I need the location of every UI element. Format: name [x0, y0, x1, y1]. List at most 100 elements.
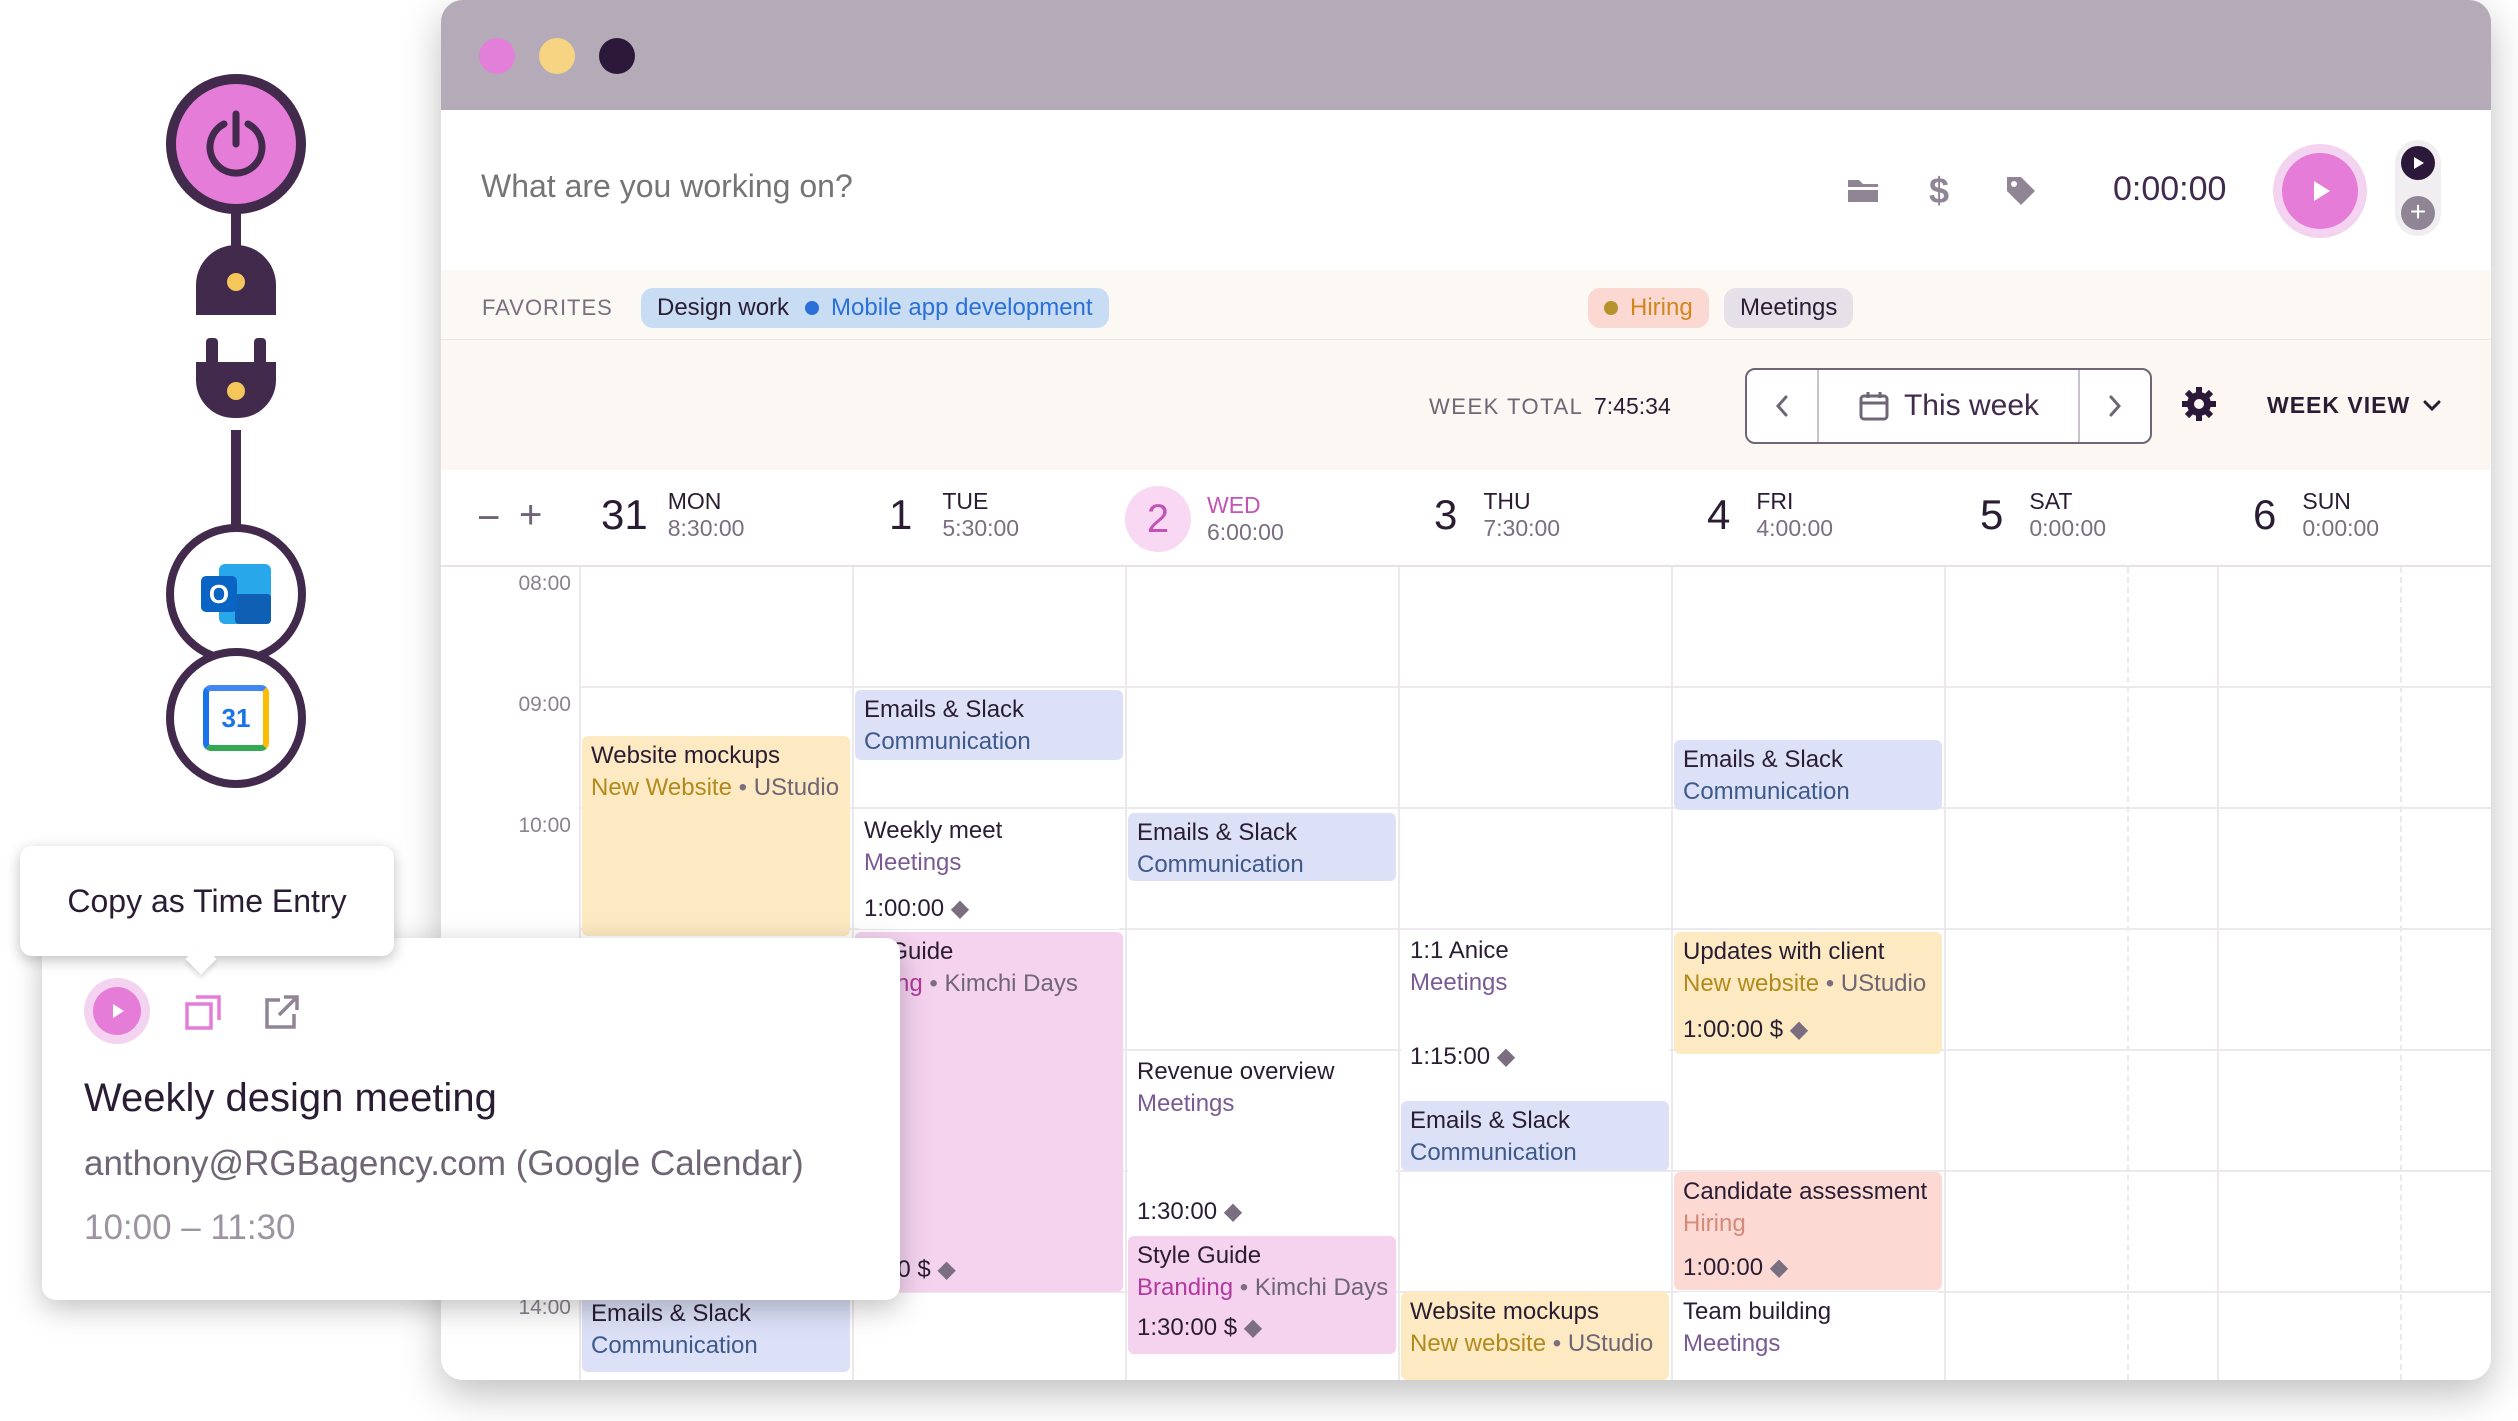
copy-as-time-entry-tooltip: Copy as Time Entry [20, 846, 394, 956]
event-team-building-fri[interactable]: Team building Meetings [1674, 1292, 1942, 1380]
google-calendar-integration[interactable]: 31 [166, 648, 306, 788]
day-name: SAT [2029, 488, 2073, 514]
description-input[interactable] [481, 158, 1381, 214]
favorite-meetings[interactable]: Meetings [1724, 288, 1854, 328]
view-selector[interactable]: WEEK VIEW [2267, 392, 2442, 419]
tag-icon[interactable] [2004, 174, 2038, 213]
date-range-picker: This week [1745, 368, 2152, 444]
day-total: 6:00:00 [1207, 519, 1284, 545]
event-project: Hiring [1683, 1210, 1746, 1237]
event-project: Communication [1137, 851, 1304, 878]
maximize-window-button[interactable] [599, 38, 635, 74]
event-emails-slack-thu[interactable]: Emails & Slack Communication [1401, 1101, 1669, 1171]
event-title: Emails & Slack [1137, 819, 1298, 846]
event-project: Communication [1410, 1139, 1577, 1166]
day-number: 4 [1707, 491, 1731, 538]
event-project: New Website [591, 774, 732, 801]
event-revenue-overview-wed[interactable]: Revenue overview Meetings 1:30:00 ◆ [1128, 1052, 1396, 1234]
dollar-icon[interactable]: $ [1929, 170, 1949, 212]
timer-mode-button[interactable] [2401, 146, 2435, 180]
copy-icon [185, 995, 221, 1030]
day-column-line [1671, 567, 1673, 1380]
event-duration: 1:00:00 [864, 895, 945, 922]
start-timer-button[interactable] [2273, 144, 2367, 238]
event-title: Weekly meet [864, 817, 1003, 844]
favorite-design-work[interactable]: Design work Mobile app development [641, 288, 1109, 328]
popup-account: anthony@RGBagency.com (Google Calendar) [84, 1144, 804, 1183]
day-header-sat[interactable]: 5 SAT 0:00:00 [1980, 488, 2106, 542]
event-updates-with-client-fri[interactable]: Updates with client New website • UStudi… [1674, 932, 1942, 1054]
chevron-right-icon [2109, 395, 2122, 417]
day-name: TUE [942, 488, 989, 514]
event-style-guide-wed[interactable]: Style Guide Branding • Kimchi Days 1:30:… [1128, 1236, 1396, 1354]
minimize-window-button[interactable] [539, 38, 575, 74]
hour-line [579, 686, 2491, 688]
tag-icon: ◆ [1243, 1314, 1263, 1341]
copy-as-time-entry-button[interactable] [184, 992, 224, 1037]
event-emails-slack-fri[interactable]: Emails & Slack Communication [1674, 740, 1942, 810]
event-emails-slack-tue[interactable]: Emails & Slack Communication [855, 690, 1123, 760]
next-week-button[interactable] [2078, 370, 2150, 442]
start-from-event-button[interactable] [84, 978, 150, 1044]
settings-gear-icon[interactable] [2181, 386, 2217, 427]
event-duration: 1:30:00 [1137, 1198, 1218, 1225]
manual-mode-button[interactable]: + [2401, 196, 2435, 230]
day-header-wed[interactable]: 2 WED 6:00:00 [1125, 486, 1284, 552]
popup-time: 10:00 – 11:30 [84, 1208, 296, 1247]
play-icon [2282, 153, 2358, 229]
day-header-fri[interactable]: 4 FRI 4:00:00 [1707, 488, 1833, 542]
google-calendar-icon: 31 [203, 685, 269, 751]
favorite-detail: Mobile app development [831, 294, 1093, 321]
time-label: 10:00 [518, 814, 571, 837]
day-header-sun[interactable]: 6 SUN 0:00:00 [2253, 488, 2379, 542]
day-number: 1 [889, 491, 913, 538]
previous-week-button[interactable] [1747, 370, 1819, 442]
event-weekly-meeting-tue[interactable]: Weekly meet Meetings 1:00:00 ◆ [855, 811, 1123, 929]
mode-switcher: + [2395, 140, 2441, 236]
chevron-left-icon [1775, 395, 1788, 417]
event-candidate-assessment-fri[interactable]: Candidate assessment Hiring 1:00:00 ◆ [1674, 1172, 1942, 1290]
day-header-mon[interactable]: 31 MON 8:30:00 [601, 488, 744, 542]
event-duration: 1:15:00 [1410, 1043, 1491, 1070]
external-link-icon [265, 995, 299, 1029]
power-button[interactable] [166, 74, 306, 214]
tag-icon: ◆ [1496, 1043, 1516, 1070]
favorite-hiring[interactable]: Hiring [1588, 288, 1709, 328]
event-emails-slack-wed[interactable]: Emails & Slack Communication [1128, 813, 1396, 881]
event-client: Kimchi Days [1254, 1274, 1389, 1301]
day-column-line [1398, 567, 1400, 1380]
event-emails-slack-mon[interactable]: Emails & Slack Communication [582, 1294, 850, 1372]
day-total: 0:00:00 [2302, 515, 2380, 541]
event-project: Meetings [1683, 1330, 1781, 1357]
event-website-mockups-mon[interactable]: Website mockups New Website • UStudio [582, 736, 850, 936]
outlook-icon: O [201, 564, 271, 624]
day-total: 7:30:00 [1483, 515, 1561, 541]
project-color-dot [805, 301, 820, 315]
day-column-line [1944, 567, 1946, 1380]
calendar-icon [1859, 392, 1889, 421]
day-total: 4:00:00 [1756, 515, 1834, 541]
this-week-button[interactable]: This week [1819, 370, 2078, 442]
event-one-on-one-thu[interactable]: 1:1 Anice Meetings 1:15:00 ◆ [1401, 931, 1669, 1081]
calendar-day-number: 31 [221, 702, 251, 733]
zoom-in-button[interactable]: + [519, 493, 542, 538]
event-project: Branding [1137, 1274, 1234, 1301]
day-number: 5 [1980, 491, 2004, 538]
socket-icon [196, 245, 276, 315]
event-title: Revenue overview [1137, 1058, 1335, 1085]
day-name: WED [1207, 492, 1261, 518]
favorites-label: FAVORITES [482, 295, 613, 320]
day-header-thu[interactable]: 3 THU 7:30:00 [1434, 488, 1560, 542]
chevron-down-icon [2423, 400, 2441, 411]
close-window-button[interactable] [479, 38, 515, 74]
event-website-mockups-thu[interactable]: Website mockups New website • UStudio [1401, 1292, 1669, 1380]
popup-event-title: Weekly design meeting [84, 1076, 497, 1120]
zoom-out-button[interactable]: − [477, 496, 500, 541]
favorite-project: Meetings [1740, 294, 1838, 321]
event-duration: 1:00:00 [1683, 1016, 1764, 1043]
day-header-tue[interactable]: 1 TUE 5:30:00 [889, 488, 1019, 542]
folder-icon[interactable] [1846, 176, 1880, 209]
event-client: Kimchi Days [944, 970, 1078, 997]
open-external-button[interactable] [262, 992, 302, 1037]
outlook-integration[interactable]: O [166, 524, 306, 664]
